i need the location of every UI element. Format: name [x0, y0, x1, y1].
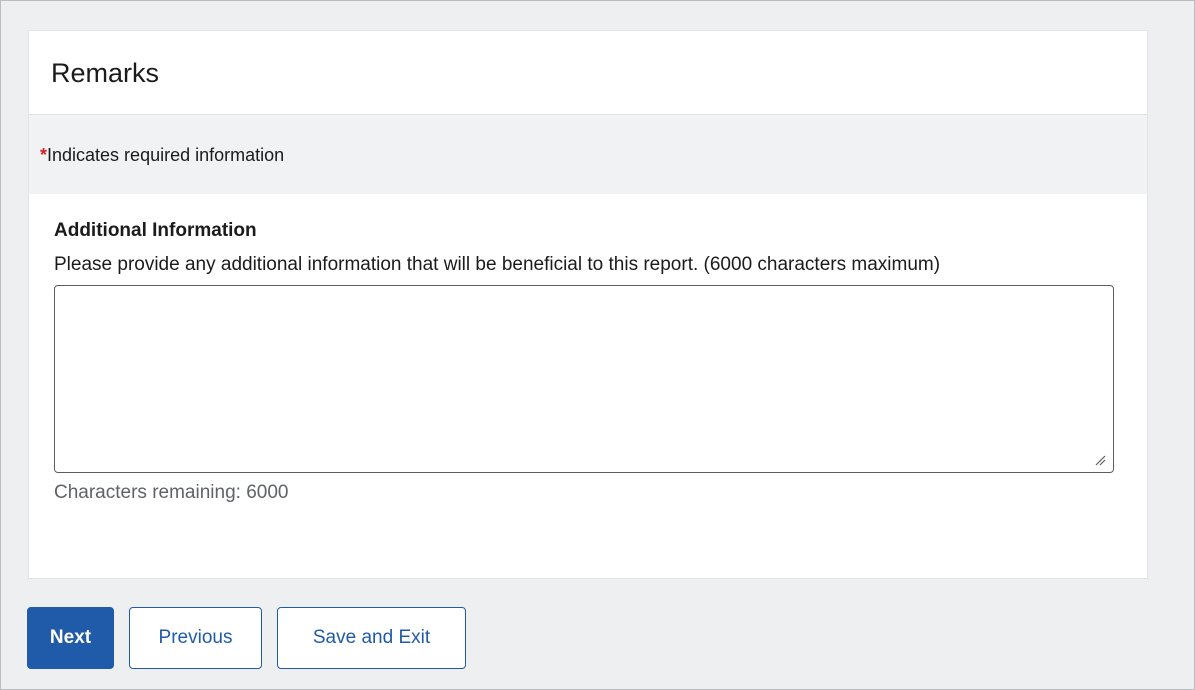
characters-remaining-count: 6000 [246, 482, 289, 503]
save-and-exit-button[interactable]: Save and Exit [277, 607, 466, 669]
required-info-bar: *Indicates required information [29, 115, 1147, 194]
textarea-container [54, 285, 1114, 473]
card-header: Remarks [29, 31, 1147, 115]
form-body: Additional Information Please provide an… [29, 194, 1147, 505]
form-buttons: Next Previous Save and Exit [27, 607, 466, 669]
previous-button[interactable]: Previous [129, 607, 262, 669]
page-frame: Remarks *Indicates required information … [0, 0, 1195, 690]
next-button[interactable]: Next [27, 607, 114, 669]
resize-handle-icon[interactable] [1095, 455, 1106, 466]
characters-remaining-label: Characters remaining: [54, 482, 241, 503]
additional-info-description: Please provide any additional informatio… [54, 254, 941, 275]
required-info-text: Indicates required information [47, 145, 285, 165]
remarks-card: Remarks *Indicates required information … [28, 30, 1148, 579]
additional-info-textarea[interactable] [54, 285, 1114, 473]
page-title: Remarks [51, 58, 160, 88]
characters-remaining: Characters remaining: 6000 [54, 481, 1147, 505]
required-asterisk: * [40, 145, 48, 165]
additional-info-heading: Additional Information [54, 220, 257, 241]
